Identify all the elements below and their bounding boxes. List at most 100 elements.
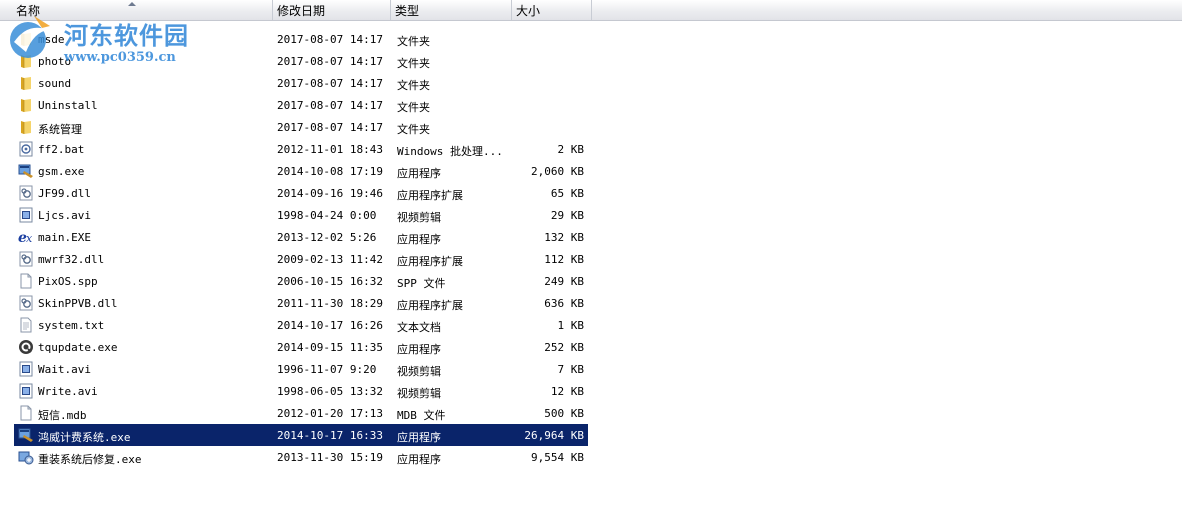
file-row[interactable]: gsm.exe 2014-10-08 17:19 应用程序 2,060 KB xyxy=(14,160,588,182)
file-date: 1996-11-07 9:20 xyxy=(277,363,377,376)
file-row[interactable]: JF99.dll 2014-09-16 19:46 应用程序扩展 65 KB xyxy=(14,182,588,204)
file-size: 1 KB xyxy=(557,319,585,332)
file-row[interactable]: photo 2017-08-07 14:17 文件夹 xyxy=(14,50,588,72)
file-name: sound xyxy=(38,77,72,90)
file-name: main.EXE xyxy=(38,231,91,244)
file-date: 2014-09-16 19:46 xyxy=(277,187,383,200)
file-size: 7 KB xyxy=(557,363,585,376)
file-row[interactable]: 系统管理 2017-08-07 14:17 文件夹 xyxy=(14,116,588,138)
file-date: 2006-10-15 16:32 xyxy=(277,275,383,288)
file-row[interactable]: Wait.avi 1996-11-07 9:20 视频剪辑 7 KB xyxy=(14,358,588,380)
column-header-type[interactable]: 类型 xyxy=(391,0,512,20)
file-type: 应用程序扩展 xyxy=(397,255,463,268)
file-type: 文本文档 xyxy=(397,321,441,334)
file-size: 65 KB xyxy=(550,187,584,200)
file-size: 252 KB xyxy=(544,341,584,354)
file-name: 鸿威计费系统.exe xyxy=(38,431,131,444)
column-header-size[interactable]: 大小 xyxy=(512,0,592,20)
file-row[interactable]: SkinPPVB.dll 2011-11-30 18:29 应用程序扩展 636 KB xyxy=(14,292,588,314)
folder-icon xyxy=(18,31,34,47)
file-row[interactable]: e x main.EXE 2013-12-02 5:26 应用程序 132 KB xyxy=(14,226,588,248)
file-date: 1998-06-05 13:32 xyxy=(277,385,383,398)
file-row[interactable]: Write.avi 1998-06-05 13:32 视频剪辑 12 KB xyxy=(14,380,588,402)
file-name: 重装系统后修复.exe xyxy=(38,453,142,466)
file-row[interactable]: 重装系统后修复.exe 2013-11-30 15:19 应用程序 9,554 KB xyxy=(14,446,588,468)
file-name: Ljcs.avi xyxy=(38,209,91,222)
dll-icon xyxy=(18,295,34,311)
file-name: tqupdate.exe xyxy=(38,341,118,354)
file-size: 2 KB xyxy=(557,143,585,156)
column-header-date[interactable]: 修改日期 xyxy=(273,0,391,20)
file-size: 29 KB xyxy=(550,209,584,222)
file-type: MDB 文件 xyxy=(397,409,446,422)
file-date: 2014-09-15 11:35 xyxy=(277,341,383,354)
file-size: 12 KB xyxy=(550,385,584,398)
file-name: Uninstall xyxy=(38,99,98,112)
file-row[interactable]: tqupdate.exe 2014-09-15 11:35 应用程序 252 KB xyxy=(14,336,588,358)
video-icon xyxy=(18,383,34,399)
file-date: 2011-11-30 18:29 xyxy=(277,297,383,310)
file-name: mwrf32.dll xyxy=(38,253,105,266)
video-icon xyxy=(18,207,34,223)
sort-arrow-icon xyxy=(128,2,136,6)
file-type: 应用程序 xyxy=(397,343,441,356)
update-icon xyxy=(18,339,34,355)
file-date: 2014-10-17 16:26 xyxy=(277,319,383,332)
file-name: Write.avi xyxy=(38,385,98,398)
file-type: 视频剪辑 xyxy=(397,387,441,400)
file-date: 2017-08-07 14:17 xyxy=(277,121,383,134)
file-row[interactable]: 鸿威计费系统.exe 2014-10-17 16:33 应用程序 26,964 KB xyxy=(14,424,588,446)
app-logo-icon: ex xyxy=(18,229,34,246)
file-size: 2,060 KB xyxy=(531,165,584,178)
file-name: JF99.dll xyxy=(38,187,91,200)
folder-icon xyxy=(18,119,34,135)
file-name: SkinPPVB.dll xyxy=(38,297,118,310)
file-type: 文件夹 xyxy=(397,79,430,92)
file-type: 视频剪辑 xyxy=(397,211,441,224)
file-row[interactable]: system.txt 2014-10-17 16:26 文本文档 1 KB xyxy=(14,314,588,336)
file-type: 应用程序 xyxy=(397,453,441,466)
file-name: system.txt xyxy=(38,319,105,332)
video-icon xyxy=(18,361,34,377)
column-header-name[interactable]: 名称 xyxy=(0,0,273,20)
file-type: 文件夹 xyxy=(397,57,430,70)
batch-file-icon xyxy=(18,141,34,157)
file-type: SPP 文件 xyxy=(397,277,446,290)
dll-icon xyxy=(18,251,34,267)
file-row[interactable]: Ljcs.avi 1998-04-24 0:00 视频剪辑 29 KB xyxy=(14,204,588,226)
file-row[interactable]: sound 2017-08-07 14:17 文件夹 xyxy=(14,72,588,94)
file-name: PixOS.spp xyxy=(38,275,98,288)
file-type: 文件夹 xyxy=(397,35,430,48)
app-icon xyxy=(18,427,34,443)
file-row[interactable]: mwrf32.dll 2009-02-13 11:42 应用程序扩展 112 KB xyxy=(14,248,588,270)
file-row[interactable]: 短信.mdb 2012-01-20 17:13 MDB 文件 500 KB xyxy=(14,402,588,424)
file-size: 249 KB xyxy=(544,275,584,288)
file-type: 应用程序扩展 xyxy=(397,189,463,202)
text-file-icon xyxy=(18,317,34,333)
file-type: 文件夹 xyxy=(397,101,430,114)
file-date: 2009-02-13 11:42 xyxy=(277,253,383,266)
file-date: 2014-10-17 16:33 xyxy=(277,429,383,442)
file-date: 2017-08-07 14:17 xyxy=(277,33,383,46)
file-row[interactable]: ff2.bat 2012-11-01 18:43 Windows 批处理... 2 K… xyxy=(14,138,588,160)
file-date: 2017-08-07 14:17 xyxy=(277,55,383,68)
file-row[interactable]: msde 2017-08-07 14:17 文件夹 xyxy=(14,28,588,50)
file-date: 2017-08-07 14:17 xyxy=(277,77,383,90)
file-name: msde xyxy=(38,33,65,46)
file-row[interactable]: PixOS.spp 2006-10-15 16:32 SPP 文件 249 KB xyxy=(14,270,588,292)
file-type: 文件夹 xyxy=(397,123,430,136)
file-row[interactable]: Uninstall 2017-08-07 14:17 文件夹 xyxy=(14,94,588,116)
file-type: 应用程序 xyxy=(397,431,441,444)
file-date: 2012-11-01 18:43 xyxy=(277,143,383,156)
file-icon xyxy=(18,405,34,421)
file-date: 2013-12-02 5:26 xyxy=(277,231,377,244)
file-size: 26,964 KB xyxy=(524,429,584,442)
file-type: 应用程序 xyxy=(397,167,441,180)
file-size: 132 KB xyxy=(544,231,584,244)
file-name: photo xyxy=(38,55,72,68)
setup-icon xyxy=(18,449,34,465)
file-size: 9,554 KB xyxy=(531,451,584,464)
folder-icon xyxy=(18,97,34,113)
file-type: 视频剪辑 xyxy=(397,365,441,378)
folder-icon xyxy=(18,53,34,69)
